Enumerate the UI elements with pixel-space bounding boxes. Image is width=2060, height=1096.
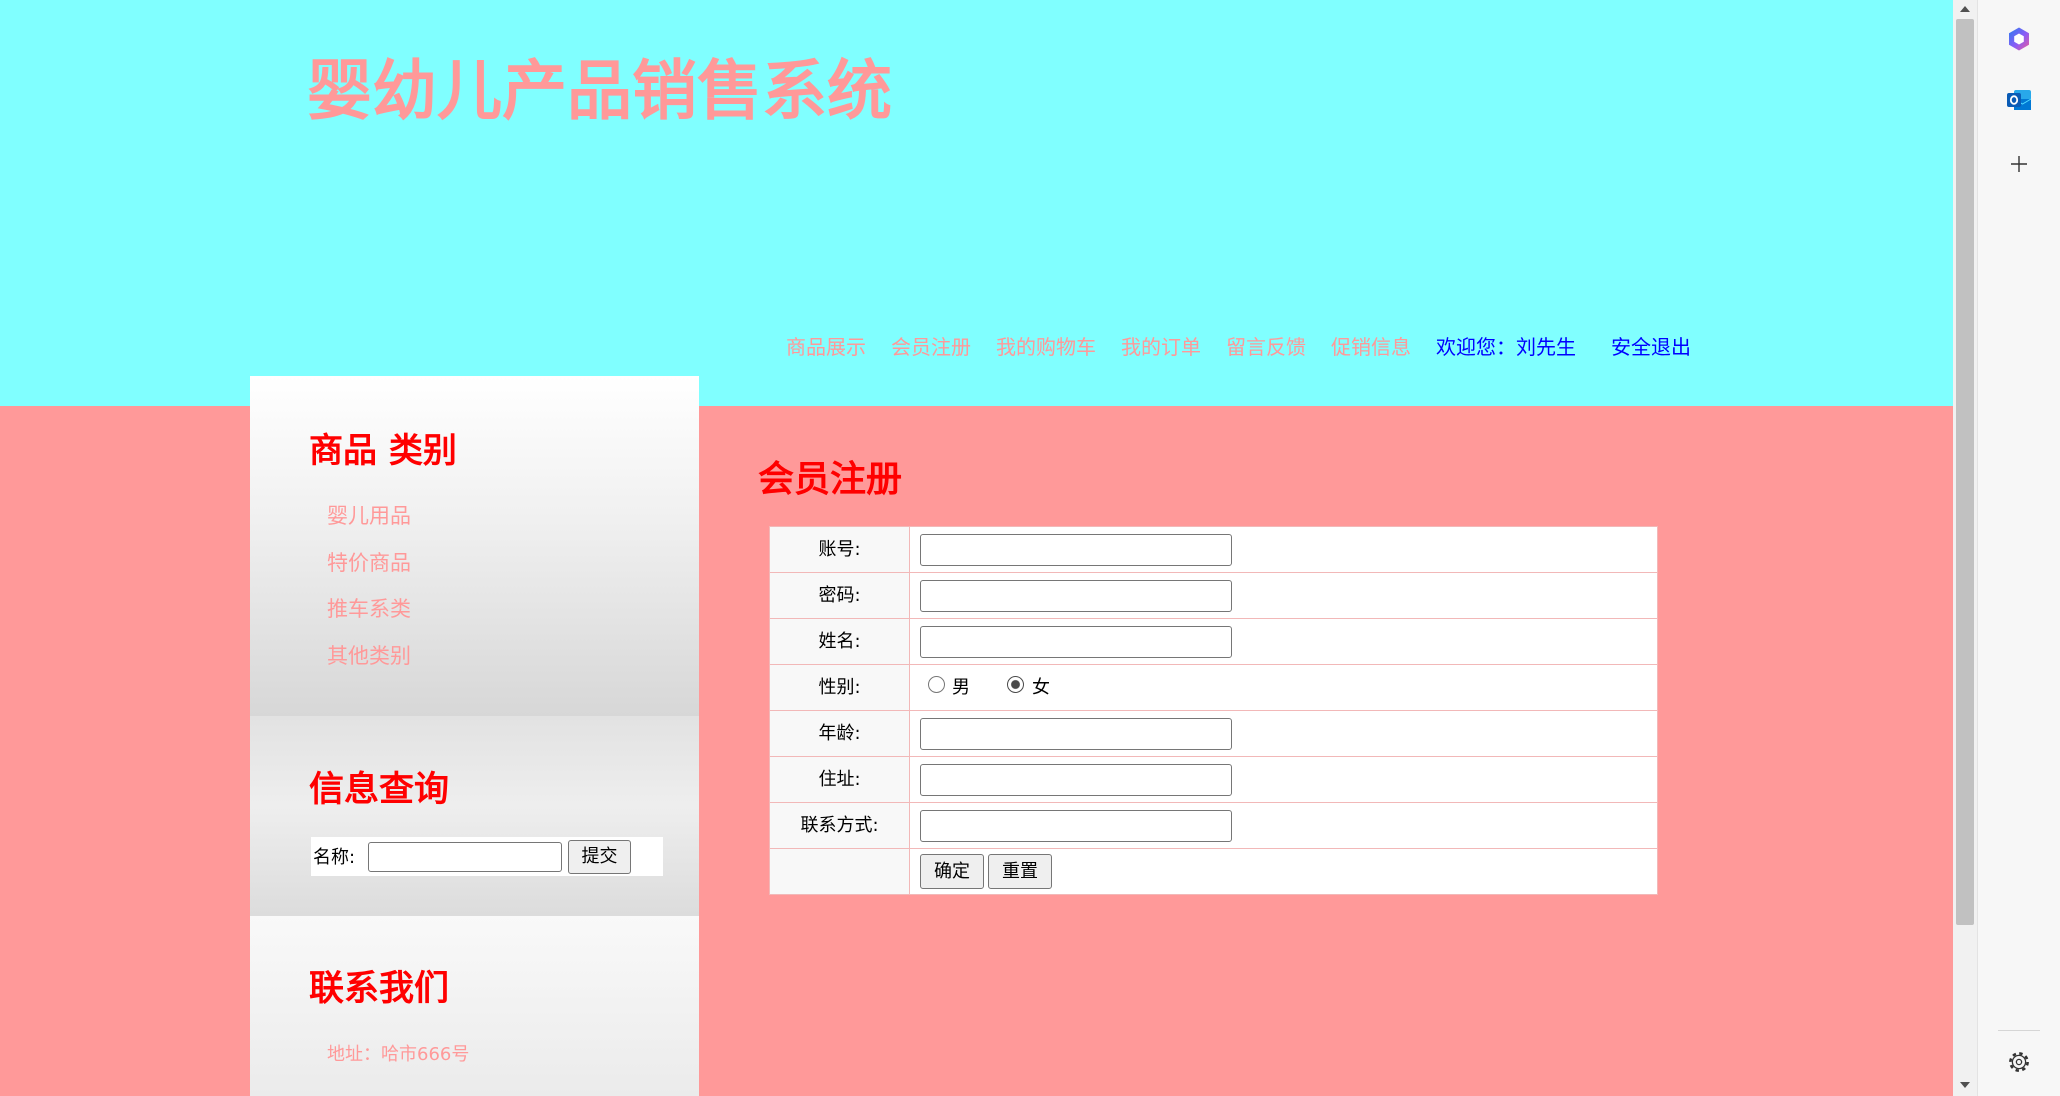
vertical-scrollbar[interactable] xyxy=(1953,0,1977,1096)
contact-panel: 联系我们 地址：哈市666号 xyxy=(250,916,699,1096)
search-panel: 信息查询 名称: 提交 xyxy=(250,716,699,916)
contact-method-label: 联系方式: xyxy=(769,802,910,849)
table-row: 账号: xyxy=(769,526,1658,573)
search-name-input[interactable] xyxy=(368,842,562,872)
category-link-baby-supplies[interactable]: 婴儿用品 xyxy=(327,504,411,528)
copilot-button[interactable] xyxy=(2001,21,2037,57)
list-item: 婴儿用品 xyxy=(327,493,411,540)
site-header: 婴幼儿产品销售系统 商品展示 会员注册 我的购物车 我的订单 留言反馈 促销信息… xyxy=(0,0,1953,406)
main-nav: 商品展示 会员注册 我的购物车 我的订单 留言反馈 促销信息 欢迎您：刘先生 安… xyxy=(786,334,1691,360)
copilot-icon xyxy=(2009,27,2029,51)
left-sidebar: 商品 类别 婴儿用品 特价商品 推车系类 其他类别 信息查询 名称: 提交 联系… xyxy=(250,376,699,1096)
submit-button[interactable]: 确定 xyxy=(920,854,984,889)
nav-link-products[interactable]: 商品展示 xyxy=(786,334,866,360)
category-link-other[interactable]: 其他类别 xyxy=(327,644,411,668)
gender-radio-male[interactable] xyxy=(928,676,945,693)
password-label: 密码: xyxy=(769,572,910,619)
address-label: 住址: xyxy=(769,756,910,803)
contact-address: 地址：哈市666号 xyxy=(327,1044,470,1065)
scroll-thumb[interactable] xyxy=(1956,19,1974,925)
add-sidebar-app-button[interactable] xyxy=(2001,146,2037,182)
search-form: 名称: 提交 xyxy=(311,837,663,876)
page-title: 会员注册 xyxy=(758,459,903,500)
gender-radio-group: 男 女 xyxy=(910,665,1657,710)
address-input[interactable] xyxy=(920,763,1232,796)
category-link-strollers[interactable]: 推车系类 xyxy=(327,597,411,621)
search-panel-title: 信息查询 xyxy=(309,770,450,810)
gender-option-female: 女 xyxy=(1032,677,1050,698)
scroll-up-arrow-icon[interactable] xyxy=(1959,4,1971,14)
age-input[interactable] xyxy=(920,717,1232,750)
contact-method-input[interactable] xyxy=(920,809,1232,842)
gender-cell: 男 女 xyxy=(909,664,1658,711)
settings-gear-icon xyxy=(2009,1052,2029,1072)
list-item: 其他类别 xyxy=(327,633,411,680)
nav-link-cart[interactable]: 我的购物车 xyxy=(996,334,1096,360)
password-cell xyxy=(909,572,1658,619)
category-panel-title: 商品 类别 xyxy=(309,431,457,471)
account-label: 账号: xyxy=(769,526,910,573)
scroll-down-arrow-icon[interactable] xyxy=(1959,1080,1971,1090)
nav-link-register[interactable]: 会员注册 xyxy=(891,334,971,360)
form-actions-cell: 确定 重置 xyxy=(909,848,1658,895)
table-row: 确定 重置 xyxy=(769,848,1658,895)
password-input[interactable] xyxy=(920,579,1232,612)
nav-link-promotions[interactable]: 促销信息 xyxy=(1331,334,1411,360)
welcome-user-link[interactable]: 欢迎您：刘先生 xyxy=(1436,334,1576,360)
outlook-button[interactable] xyxy=(2001,82,2037,118)
name-label: 姓名: xyxy=(769,618,910,665)
list-item: 特价商品 xyxy=(327,540,411,587)
table-row: 联系方式: xyxy=(769,802,1658,849)
gender-radio-female[interactable] xyxy=(1007,676,1024,693)
table-row: 年龄: xyxy=(769,710,1658,757)
nav-link-orders[interactable]: 我的订单 xyxy=(1121,334,1201,360)
category-link-specials[interactable]: 特价商品 xyxy=(327,551,411,575)
logout-link[interactable]: 安全退出 xyxy=(1611,334,1691,360)
account-cell xyxy=(909,526,1658,573)
add-icon xyxy=(2011,156,2027,172)
address-cell xyxy=(909,756,1658,803)
name-cell xyxy=(909,618,1658,665)
account-input[interactable] xyxy=(920,533,1232,566)
gender-option-male: 男 xyxy=(952,677,970,698)
age-label: 年龄: xyxy=(769,710,910,757)
table-row: 性别: 男 女 xyxy=(769,664,1658,711)
form-actions: 确定 重置 xyxy=(920,854,1657,889)
search-name-label: 名称: xyxy=(313,847,356,868)
nav-link-feedback[interactable]: 留言反馈 xyxy=(1226,334,1306,360)
site-title: 婴幼儿产品销售系统 xyxy=(307,54,893,129)
table-row: 住址: xyxy=(769,756,1658,803)
search-submit-button[interactable]: 提交 xyxy=(568,840,631,874)
sidebar-divider xyxy=(1998,1030,2040,1031)
category-list: 婴儿用品 特价商品 推车系类 其他类别 xyxy=(327,493,411,679)
table-row: 密码: xyxy=(769,572,1658,619)
contact-method-cell xyxy=(909,802,1658,849)
age-cell xyxy=(909,710,1658,757)
contact-panel-title: 联系我们 xyxy=(309,969,450,1009)
empty-label-cell xyxy=(769,848,910,895)
table-row: 姓名: xyxy=(769,618,1658,665)
browser-sidebar xyxy=(1977,0,2060,1096)
reset-button[interactable]: 重置 xyxy=(988,854,1052,889)
category-panel: 商品 类别 婴儿用品 特价商品 推车系类 其他类别 xyxy=(250,376,699,716)
outlook-icon xyxy=(2007,90,2032,110)
sidebar-settings-button[interactable] xyxy=(2001,1044,2037,1080)
list-item: 推车系类 xyxy=(327,586,411,633)
name-input[interactable] xyxy=(920,625,1232,658)
registration-form-table: 账号: 密码: 姓名: 性别: 男 女 年龄: 住址: 联系方式: 确定 重置 xyxy=(769,526,1658,895)
gender-label: 性别: xyxy=(769,664,910,711)
page-viewport: 婴幼儿产品销售系统 商品展示 会员注册 我的购物车 我的订单 留言反馈 促销信息… xyxy=(0,0,1953,1096)
